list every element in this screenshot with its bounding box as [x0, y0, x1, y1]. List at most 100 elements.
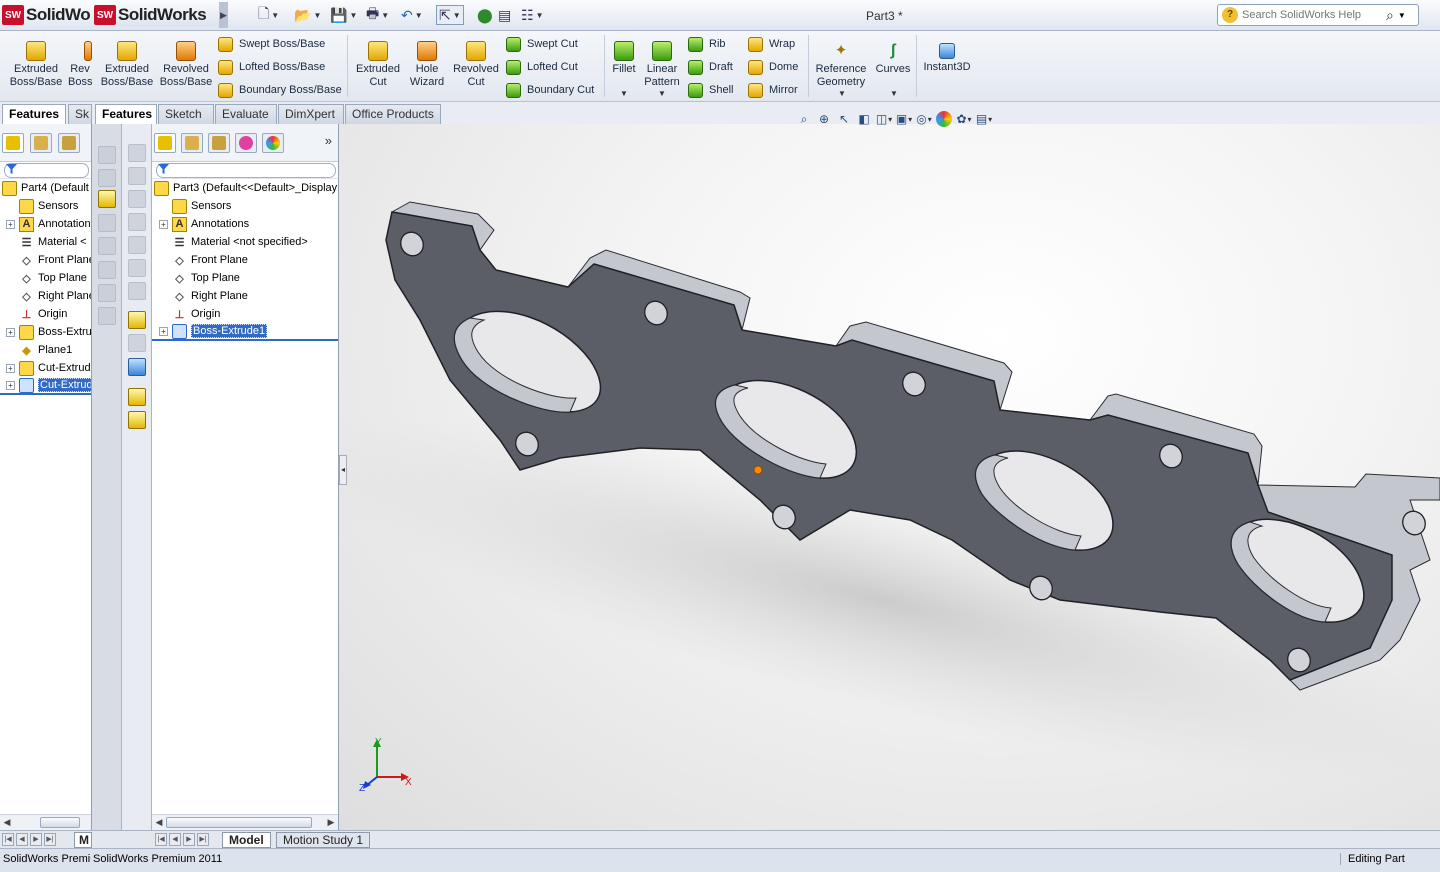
scroll-right-icon[interactable]: ▶	[325, 816, 337, 829]
sketch-tool-icon[interactable]	[98, 237, 116, 255]
tab-features-left[interactable]: Features	[2, 104, 66, 125]
prev-tab-icon[interactable]: ◀	[16, 833, 28, 846]
tree-item[interactable]: ◇ Right Plane	[0, 287, 91, 305]
swept-cut-button[interactable]: Swept Cut	[506, 35, 578, 53]
lofted-boss-button[interactable]: Lofted Boss/Base	[218, 58, 325, 76]
solidworks-logo[interactable]: SW SolidWo	[2, 4, 92, 26]
tree-root-part3[interactable]: Part3 (Default<<Default>_Display	[152, 179, 338, 197]
fillet-dropdown-icon[interactable]: ▼	[620, 89, 628, 98]
tree-item[interactable]: + A Annotations	[152, 215, 338, 233]
scroll-left-icon[interactable]: ◀	[1, 816, 13, 829]
horizontal-scrollbar[interactable]: ◀ ▶	[152, 814, 338, 830]
tree-filter[interactable]	[152, 162, 338, 179]
instant3d-button[interactable]: Instant3D	[921, 37, 973, 74]
previous-view-icon[interactable]: ↖	[836, 111, 852, 127]
extrude-icon[interactable]	[128, 411, 146, 429]
reference-geometry-dropdown-icon[interactable]: ▼	[838, 89, 846, 98]
graphics-area[interactable]	[339, 124, 1440, 830]
sketch-tool-icon[interactable]	[98, 284, 116, 302]
wrap-button[interactable]: Wrap	[748, 35, 795, 53]
tree-item[interactable]: + Boss-Extrude	[0, 323, 91, 341]
expand-icon[interactable]: +	[6, 363, 15, 373]
view-tool-icon[interactable]	[128, 282, 146, 300]
tab-propertymanager[interactable]	[181, 133, 203, 153]
tree-item-selected[interactable]: + Cut-Extrude	[0, 377, 91, 395]
next-tab-icon[interactable]: ▶	[183, 833, 195, 846]
edit-appearance-icon[interactable]	[936, 111, 952, 127]
expand-icon[interactable]: +	[6, 219, 15, 229]
search-dropdown-icon[interactable]: ▼	[1398, 11, 1406, 20]
sketch-tool-icon[interactable]	[98, 190, 116, 208]
selection-point[interactable]	[753, 465, 763, 475]
sketch-tool-icon[interactable]	[98, 169, 116, 187]
exhaust-manifold-gasket-model[interactable]	[339, 124, 1440, 830]
expand-panel-icon[interactable]: »	[325, 133, 332, 148]
dome-button[interactable]: Dome	[748, 58, 798, 76]
tab-motion-study-1[interactable]: Motion Study 1	[276, 832, 371, 848]
reference-geometry-button[interactable]: ✦ Reference Geometry	[813, 41, 869, 89]
hole-wizard-button[interactable]: Hole Wizard	[405, 41, 449, 89]
tree-item[interactable]: + A Annotations	[0, 215, 91, 233]
tab-propertymanager[interactable]	[30, 133, 52, 153]
zoom-to-area-icon[interactable]: ⊕	[816, 111, 832, 127]
help-search-box[interactable]: ? ⌕ ▼	[1217, 4, 1419, 26]
tree-item[interactable]: ⊥ Origin	[0, 305, 91, 323]
next-tab-icon[interactable]: ▶	[30, 833, 42, 846]
sketch-tool-icon[interactable]	[98, 146, 116, 164]
scroll-left-icon[interactable]: ◀	[153, 816, 165, 829]
last-tab-icon[interactable]: ▶|	[44, 833, 56, 846]
hide-show-items-icon[interactable]: ◎	[916, 111, 932, 127]
rib-button[interactable]: Rib	[688, 35, 726, 53]
tab-featuremanager[interactable]	[154, 133, 176, 153]
tab-features[interactable]: Features	[95, 104, 157, 125]
tab-model[interactable]: Model	[222, 832, 271, 848]
view-tool-icon[interactable]	[128, 167, 146, 185]
save-button[interactable]: 💾 ▼	[330, 5, 357, 25]
tree-item[interactable]: ◇ Right Plane	[152, 287, 338, 305]
tab-configurationmanager[interactable]	[208, 133, 230, 153]
horizontal-scrollbar[interactable]: ◀	[0, 814, 91, 830]
tree-item[interactable]: ⊥ Origin	[152, 305, 338, 323]
tree-root-part4[interactable]: Part4 (Default	[0, 179, 91, 197]
extruded-boss-button[interactable]: Extruded Boss/Base	[8, 41, 64, 89]
filter-input[interactable]	[156, 163, 336, 178]
smart-dimension-icon[interactable]	[128, 334, 146, 352]
tab-dimxpert[interactable]: DimXpert	[278, 104, 344, 124]
view-tool-icon[interactable]	[128, 190, 146, 208]
tree-filter[interactable]	[0, 162, 91, 179]
tree-item[interactable]: Sensors	[152, 197, 338, 215]
expand-icon[interactable]: +	[6, 327, 15, 337]
extrude-icon[interactable]	[128, 388, 146, 406]
swept-boss-button[interactable]: Swept Boss/Base	[218, 35, 325, 53]
open-button[interactable]: 📂 ▼	[294, 5, 321, 25]
new-document-button[interactable]: 🗋 ▼	[258, 5, 279, 25]
view-orientation-icon[interactable]: ◫	[876, 111, 892, 127]
boundary-cut-button[interactable]: Boundary Cut	[506, 81, 594, 99]
search-icon[interactable]: ⌕	[1386, 7, 1394, 24]
tab-office-products[interactable]: Office Products	[345, 104, 441, 124]
panel-splitter-handle[interactable]: ◂	[339, 455, 347, 485]
fillet-button[interactable]: Fillet	[609, 41, 639, 76]
sketch-tool-icon[interactable]	[98, 214, 116, 232]
expand-icon[interactable]: +	[159, 326, 168, 336]
prev-tab-icon[interactable]: ◀	[169, 833, 181, 846]
extruded-boss-button-2[interactable]: Extruded Boss/Base	[99, 41, 155, 89]
sketch-icon[interactable]	[128, 311, 146, 329]
tab-featuremanager[interactable]	[2, 133, 24, 153]
first-tab-icon[interactable]: |◀	[155, 833, 167, 846]
tree-item[interactable]: ◇ Top Plane	[0, 269, 91, 287]
search-input[interactable]	[1242, 9, 1382, 21]
section-view-icon[interactable]: ◧	[856, 111, 872, 127]
view-settings-icon[interactable]: ▤	[976, 111, 992, 127]
curves-button[interactable]: ʃ Curves	[873, 41, 913, 76]
shell-button[interactable]: Shell	[688, 81, 733, 99]
revolved-cut-button[interactable]: Revolved Cut	[451, 41, 501, 89]
tree-item[interactable]: ☰ Material <	[0, 233, 91, 251]
scroll-thumb[interactable]	[40, 817, 80, 828]
expand-icon[interactable]: +	[6, 380, 15, 390]
tab-configurationmanager[interactable]	[58, 133, 80, 153]
solidworks-logo-second[interactable]: SW SolidWorks	[94, 4, 219, 26]
view-tool-icon[interactable]	[128, 358, 146, 376]
linear-pattern-dropdown-icon[interactable]: ▼	[658, 89, 666, 98]
boundary-boss-button[interactable]: Boundary Boss/Base	[218, 81, 342, 99]
